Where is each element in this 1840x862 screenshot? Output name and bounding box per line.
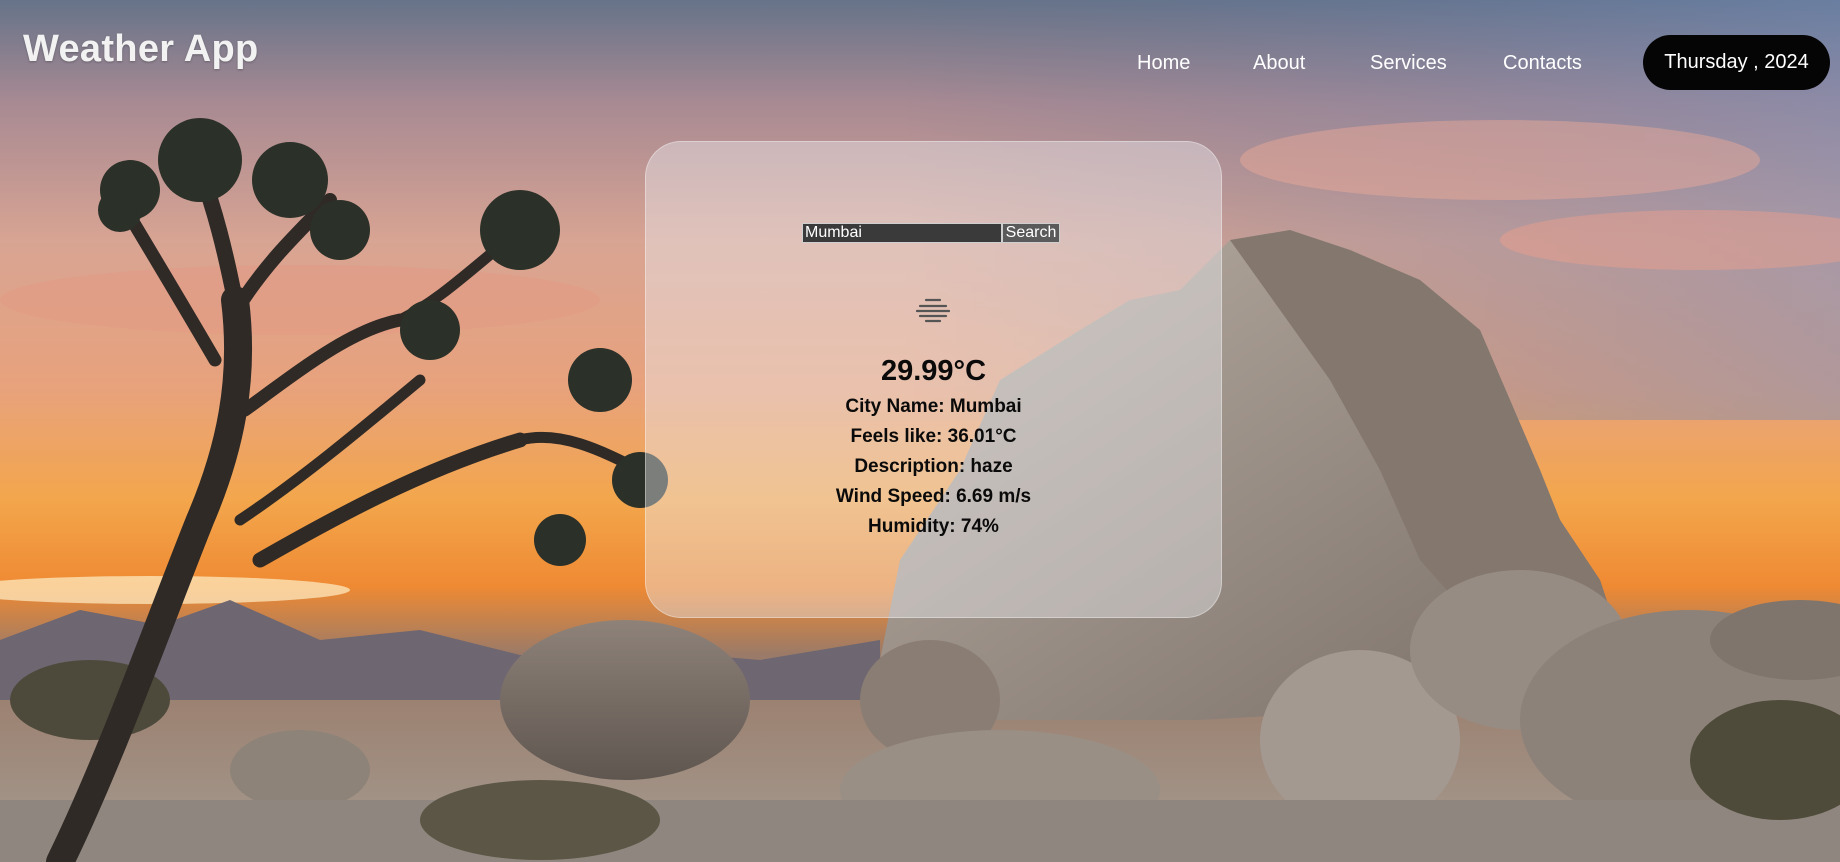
nav-link-about[interactable]: About — [1253, 52, 1305, 75]
temperature-value: 29.99°C — [880, 355, 987, 387]
haze-icon — [916, 298, 950, 323]
city-name-text: City Name: Mumbai — [845, 396, 1022, 417]
search-button[interactable]: Search — [1002, 223, 1060, 243]
nav-link-services[interactable]: Services — [1370, 52, 1447, 75]
nav-link-home[interactable]: Home — [1137, 52, 1190, 75]
search-bar: Search — [802, 223, 1060, 243]
nav-link-contacts[interactable]: Contacts — [1503, 52, 1582, 75]
main-nav: Home About Services Contacts — [0, 52, 1840, 82]
weather-card: Search 29.99°C City Name: Mumbai Feels l… — [645, 141, 1222, 618]
weather-page: Weather App Home About Services Contacts… — [0, 0, 1840, 862]
humidity-text: Humidity: 74% — [868, 516, 999, 537]
feels-like-text: Feels like: 36.01°C — [850, 426, 1017, 447]
weather-details: 29.99°C City Name: Mumbai Feels like: 36… — [646, 352, 1221, 542]
description-text: Description: haze — [854, 456, 1013, 477]
date-badge: Thursday , 2024 — [1643, 35, 1830, 90]
wind-speed-text: Wind Speed: 6.69 m/s — [835, 486, 1032, 507]
city-search-input[interactable] — [802, 223, 1002, 243]
